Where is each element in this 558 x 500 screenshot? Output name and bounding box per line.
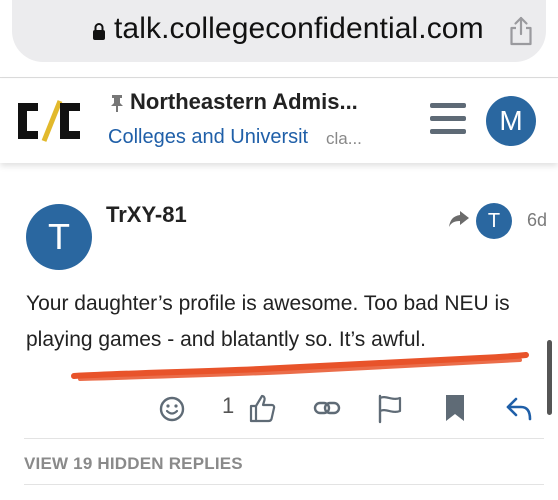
pin-icon: [111, 95, 123, 112]
post-author-username[interactable]: TrXY-81: [106, 202, 187, 228]
post-author-avatar[interactable]: T: [26, 204, 92, 270]
reply-to-avatar[interactable]: T: [476, 203, 512, 239]
topic-title[interactable]: Northeastern Admis...: [130, 89, 358, 115]
category-link[interactable]: Colleges and Universit: [108, 126, 308, 149]
post-date[interactable]: 6d: [527, 210, 547, 231]
bookmark-icon[interactable]: [442, 392, 468, 424]
url-text[interactable]: talk.collegeconfidential.com: [114, 12, 484, 46]
site-header: Northeastern Admis... Colleges and Unive…: [0, 79, 558, 163]
post-body: Your daughter’s profile is awesome. Too …: [26, 292, 510, 351]
reply-icon[interactable]: [505, 392, 533, 424]
view-hidden-replies-button[interactable]: VIEW 19 HIDDEN REPLIES: [24, 454, 243, 474]
topic-tag[interactable]: cla...: [326, 129, 362, 149]
current-user-avatar[interactable]: M: [486, 96, 536, 146]
share-icon[interactable]: [508, 16, 534, 46]
reply-to-arrow-icon: [449, 211, 469, 227]
link-icon[interactable]: [313, 392, 341, 424]
red-underline-scribble: [71, 352, 529, 381]
site-logo[interactable]: [14, 97, 84, 145]
hamburger-icon[interactable]: [430, 103, 466, 135]
like-count[interactable]: 1: [222, 393, 234, 419]
address-bar[interactable]: talk.collegeconfidential.com: [12, 0, 546, 62]
smiley-icon[interactable]: [158, 392, 186, 424]
post-actions: 1: [0, 388, 558, 428]
flag-icon[interactable]: [376, 392, 404, 424]
lock-icon: [93, 23, 105, 40]
browser-toolbar: talk.collegeconfidential.com: [0, 0, 558, 78]
thumbs-up-icon[interactable]: [248, 392, 276, 424]
divider: [24, 484, 544, 485]
divider: [24, 438, 544, 439]
